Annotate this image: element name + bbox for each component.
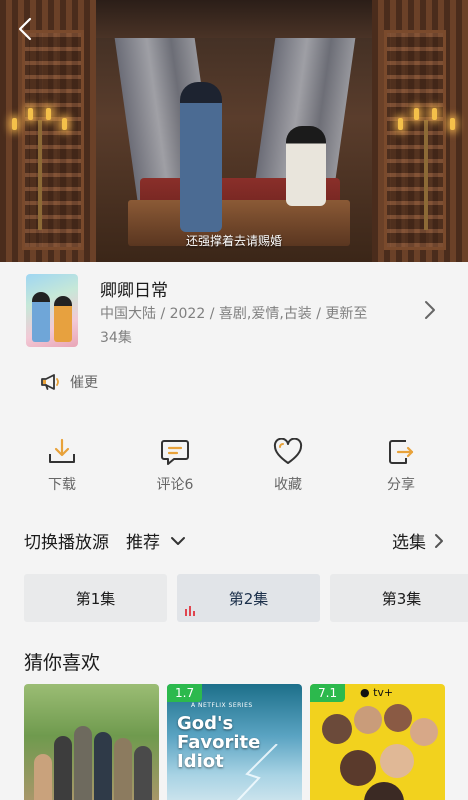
remind-update-button[interactable]: 催更	[40, 372, 98, 392]
episode-button[interactable]: 第1集	[24, 574, 167, 622]
poster-face	[380, 744, 414, 778]
show-info-panel: 卿卿日常 中国大陆 / 2022 / 喜剧,爱情,古装 / 更新至 34集 催更	[0, 262, 468, 800]
show-meta-line: 中国大陆 / 2022 / 喜剧,爱情,古装 / 更新至	[100, 306, 368, 322]
scene-candle-stand	[38, 120, 42, 230]
share-label: 分享	[387, 477, 415, 493]
source-selected-value: 推荐	[126, 533, 160, 553]
action-bar: 下载 评论6 收藏 分享	[0, 430, 468, 500]
poster-title: God's Favorite Idiot	[177, 714, 302, 771]
poster-face	[322, 714, 352, 744]
scene-person-sitting	[286, 126, 326, 206]
scene-candle	[432, 108, 437, 120]
scene-door-left	[22, 30, 84, 250]
comment-icon	[161, 440, 189, 465]
episode-label: 第2集	[228, 589, 269, 608]
comment-label: 评论6	[156, 477, 194, 493]
heart-icon	[273, 438, 303, 464]
poster-face	[364, 782, 404, 800]
score-badge: 7.1	[310, 684, 346, 702]
source-selector[interactable]: 推荐	[126, 528, 186, 553]
poster-face	[384, 704, 412, 732]
poster-brand: ● tv+	[360, 686, 393, 699]
episode-button[interactable]: 第3集	[330, 574, 468, 622]
apple-icon: ●	[360, 686, 370, 699]
show-title: 卿卿日常	[100, 281, 168, 301]
scene-candle-stand	[424, 120, 428, 230]
poster-title-line: Favorite Idiot	[177, 732, 261, 772]
poster-tag: A NETFLIX SERIES	[191, 702, 253, 709]
poster-title-line: God's	[177, 713, 234, 734]
download-button[interactable]: 下载	[22, 430, 102, 494]
source-row: 切换播放源 推荐 选集	[24, 528, 444, 554]
episode-button-active[interactable]: 第2集	[177, 574, 320, 622]
recommend-title: 猜你喜欢	[24, 652, 101, 674]
chevron-down-icon	[171, 536, 185, 545]
comment-button[interactable]: 评论6	[135, 430, 215, 494]
poster-figure	[94, 732, 112, 800]
scene-candle	[12, 118, 17, 130]
recommend-card[interactable]: ● tv+ 7.1	[310, 684, 445, 800]
poster-figure	[34, 754, 52, 800]
now-playing-icon	[185, 606, 195, 616]
scene-candle	[450, 118, 455, 130]
poster-figure	[74, 726, 92, 800]
scene-person-standing	[180, 82, 222, 232]
video-subtitle: 还强撑着去请赐婚	[185, 234, 282, 248]
poster-face	[410, 718, 438, 746]
megaphone-icon	[41, 374, 59, 390]
episode-label: 第1集	[75, 589, 116, 608]
poster-figure	[54, 296, 72, 342]
scene-candle	[46, 108, 51, 120]
poster-figure	[32, 292, 50, 342]
share-icon	[389, 440, 414, 464]
recommend-card[interactable]: A NETFLIX SERIES God's Favorite Idiot 1.…	[167, 684, 302, 800]
scene-candle	[398, 118, 403, 130]
show-meta-line: 34集	[100, 330, 132, 346]
poster-figure	[114, 738, 132, 800]
favorite-label: 收藏	[274, 477, 302, 493]
show-poster[interactable]	[26, 274, 78, 347]
poster-face	[340, 750, 376, 786]
share-button[interactable]: 分享	[361, 430, 441, 494]
scene-candle	[62, 118, 67, 130]
chevron-right-icon	[435, 533, 443, 548]
scene-door-right	[384, 30, 446, 250]
favorite-button[interactable]: 收藏	[248, 430, 328, 494]
remind-update-label: 催更	[70, 375, 98, 391]
chevron-left-icon	[18, 17, 32, 41]
video-player[interactable]: 还强撑着去请赐婚	[0, 0, 468, 262]
show-detail-button[interactable]	[424, 300, 440, 320]
recommend-card[interactable]	[24, 684, 159, 800]
select-episode-button[interactable]: 选集	[392, 528, 444, 553]
episode-label: 第3集	[381, 589, 422, 608]
scene-candle	[414, 108, 419, 120]
show-meta[interactable]: 中国大陆 / 2022 / 喜剧,爱情,古装 / 更新至 34集	[100, 302, 400, 350]
scene-candle	[28, 108, 33, 120]
poster-face	[354, 706, 382, 734]
poster-figure	[54, 736, 72, 800]
chevron-right-icon	[425, 301, 435, 319]
back-button[interactable]	[10, 12, 40, 46]
switch-source-label: 切换播放源	[24, 533, 109, 553]
page: 还强撑着去请赐婚 卿卿日常 中国大陆 / 2022 / 喜剧,爱情,古装 / 更…	[0, 0, 468, 800]
select-episode-label: 选集	[392, 533, 426, 553]
poster-brand-label: tv+	[373, 686, 394, 699]
score-badge: 1.7	[167, 684, 203, 702]
poster-figure	[134, 746, 152, 800]
download-icon	[49, 438, 75, 463]
download-label: 下载	[48, 477, 76, 493]
episode-list: 第1集 第2集 第3集	[24, 574, 468, 622]
